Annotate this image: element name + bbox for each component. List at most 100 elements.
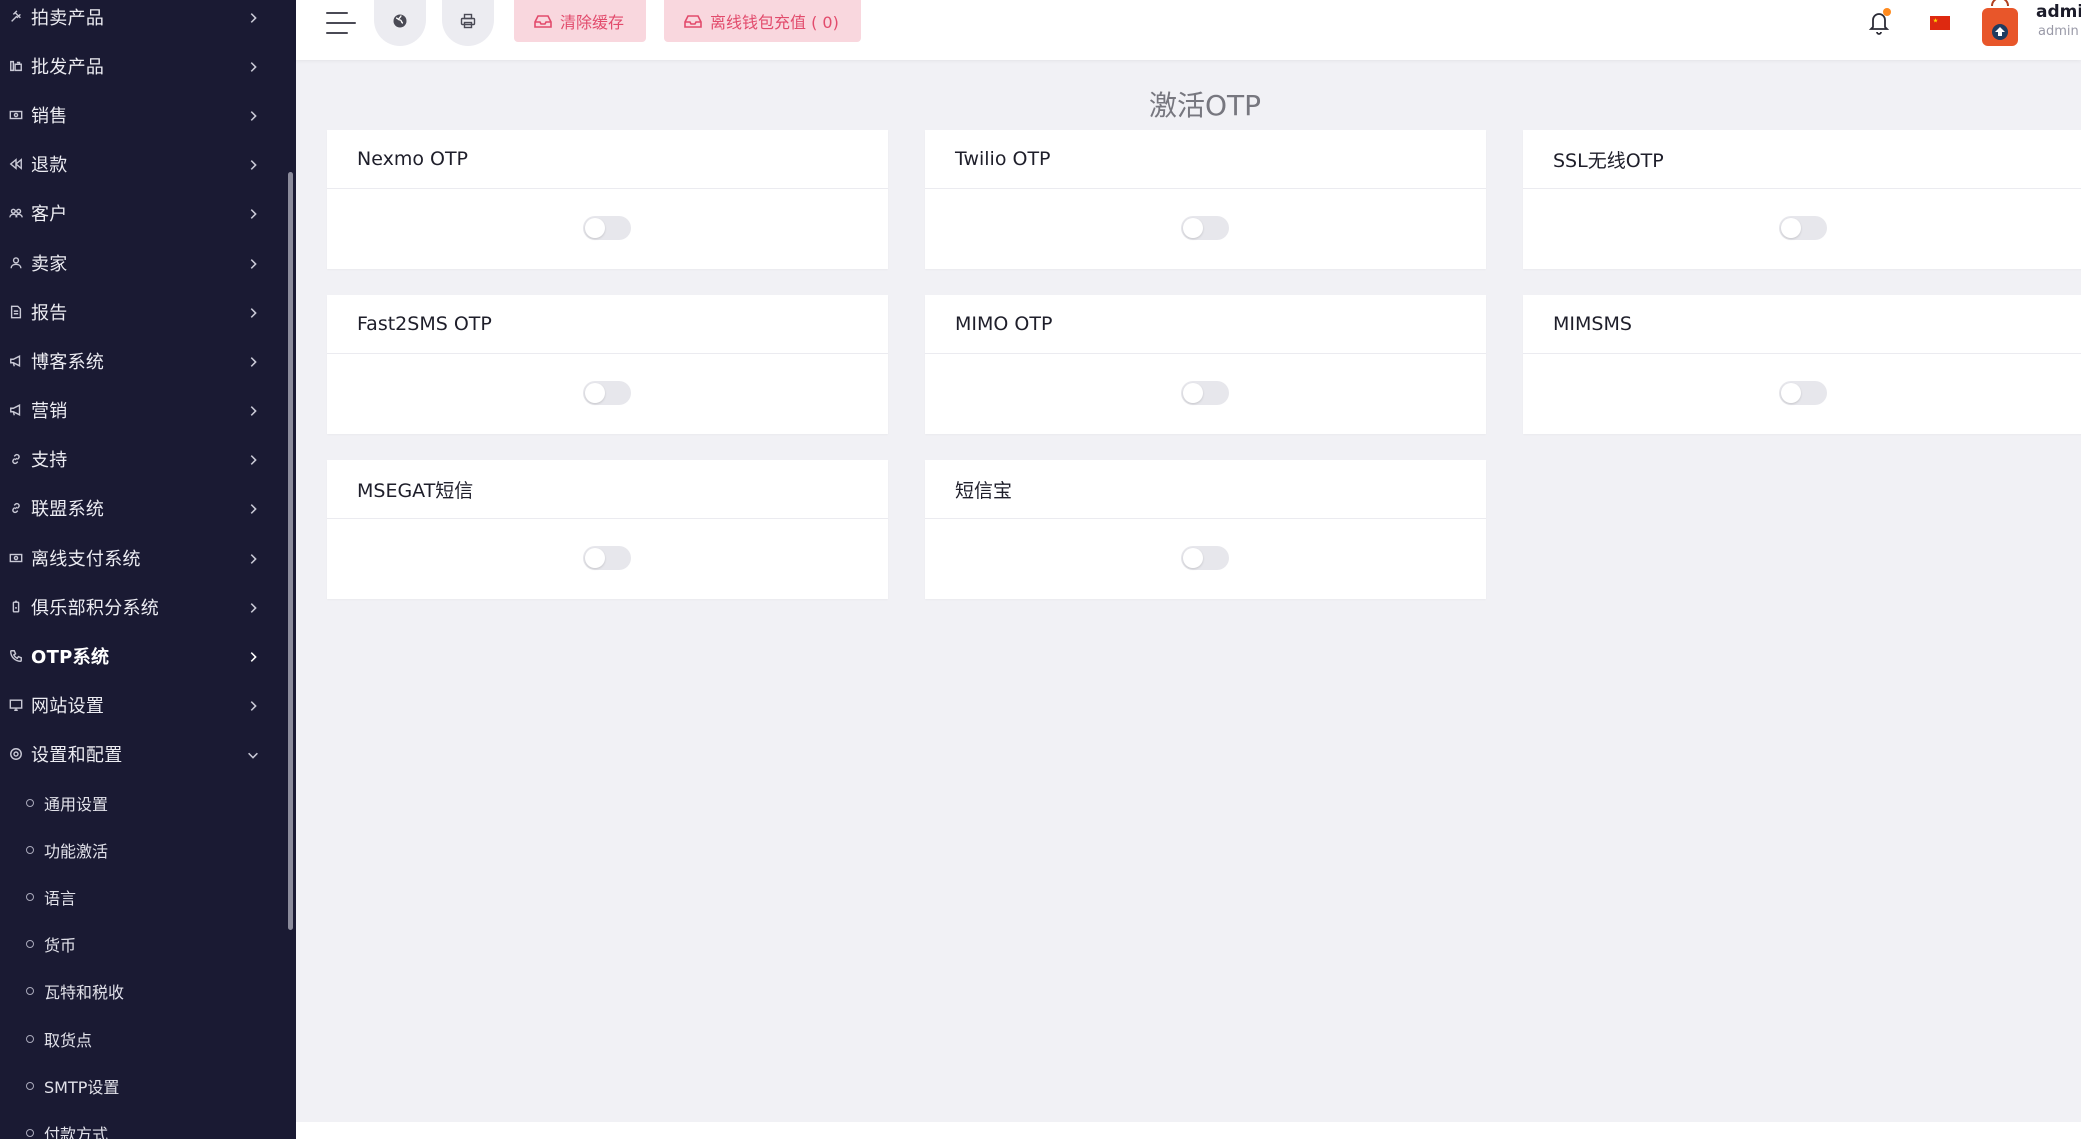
- backward-icon: [8, 156, 24, 172]
- card-header: 短信宝: [925, 460, 1486, 519]
- clear-cache-button[interactable]: 清除缓存: [514, 0, 646, 42]
- sidebar-item-offline-payment[interactable]: 离线支付系统: [0, 533, 284, 582]
- bullet-icon: [26, 1081, 34, 1090]
- toggle-knob: [1183, 218, 1203, 238]
- menu-icon[interactable]: [326, 8, 358, 38]
- sidebar-item-label: 销售: [31, 105, 68, 127]
- card-header: MIMO OTP: [925, 295, 1486, 354]
- card-title: MIMSMS: [1553, 313, 1632, 335]
- printer-icon: [460, 13, 476, 33]
- otp-card-sms-bao: 短信宝: [925, 460, 1486, 599]
- settings-icon: [8, 746, 24, 762]
- bullet-icon: [26, 1128, 34, 1137]
- activation-toggle[interactable]: [1181, 216, 1229, 240]
- submenu-item-payment-methods[interactable]: 付款方式: [0, 1109, 284, 1139]
- sidebar-scrollbar[interactable]: [288, 172, 293, 930]
- sidebar-item-club-point[interactable]: 俱乐部积分系统: [0, 582, 284, 631]
- users-icon: [8, 205, 24, 221]
- otp-card-nexmo: Nexmo OTP: [327, 130, 888, 269]
- setup-submenu: 通用设置 功能激活 语言 货币 瓦特和税收 取货点 SMTP设置 付款方式: [0, 779, 284, 1139]
- chevron-right-icon: [246, 452, 260, 466]
- china-flag-icon[interactable]: [1930, 16, 1950, 30]
- offline-wallet-recharge-button[interactable]: 离线钱包充值 ( 0): [664, 0, 861, 42]
- activation-toggle[interactable]: [583, 216, 631, 240]
- submenu-item-features-activation[interactable]: 功能激活: [0, 826, 284, 873]
- print-button[interactable]: [442, 0, 494, 46]
- sidebar-item-label: 批发产品: [31, 56, 105, 78]
- sidebar-item-blog[interactable]: 博客系统: [0, 336, 284, 385]
- chevron-right-icon: [246, 256, 260, 270]
- sidebar-item-auction-products[interactable]: 拍卖产品: [0, 0, 284, 41]
- sidebar-item-label: 支持: [31, 450, 68, 472]
- sidebar-nav: 拍卖产品 批发产品 销售 退款 客户 卖家 报告 博客系统 营销 支持 联盟系统…: [0, 0, 284, 779]
- clear-cache-label: 清除缓存: [560, 13, 625, 32]
- bullet-icon: [26, 940, 34, 949]
- wholesale-icon: [8, 58, 24, 74]
- sidebar-item-website-setup[interactable]: 网站设置: [0, 681, 284, 730]
- sidebar-item-customers[interactable]: 客户: [0, 189, 284, 238]
- card-header: Nexmo OTP: [327, 130, 888, 189]
- activation-toggle[interactable]: [1181, 381, 1229, 405]
- chevron-right-icon: [246, 206, 260, 220]
- chevron-down-icon: [246, 747, 260, 761]
- submenu-item-label: 功能激活: [44, 841, 109, 861]
- activation-toggle[interactable]: [583, 546, 631, 570]
- submenu-item-pickup-point[interactable]: 取货点: [0, 1015, 284, 1062]
- card-title: Nexmo OTP: [357, 148, 469, 170]
- submenu-item-currency[interactable]: 货币: [0, 921, 284, 968]
- activation-toggle[interactable]: [1779, 216, 1827, 240]
- submenu-item-languages[interactable]: 语言: [0, 873, 284, 920]
- submenu-item-smtp-settings[interactable]: SMTP设置: [0, 1062, 284, 1109]
- chevron-right-icon: [246, 649, 260, 663]
- activation-toggle[interactable]: [1181, 546, 1229, 570]
- sidebar-item-label: 俱乐部积分系统: [31, 597, 160, 619]
- card-header: Fast2SMS OTP: [327, 295, 888, 354]
- bullet-icon: [26, 845, 34, 854]
- activation-toggle[interactable]: [583, 381, 631, 405]
- sidebar-item-sellers[interactable]: 卖家: [0, 238, 284, 287]
- sidebar-item-sales[interactable]: 销售: [0, 90, 284, 139]
- bullet-icon: [26, 892, 34, 901]
- offline-wallet-label: 离线钱包充值 ( 0): [710, 13, 839, 32]
- otp-card-ssl-wireless: SSL无线OTP: [1523, 130, 2081, 269]
- sidebar-item-label: 报告: [31, 302, 68, 324]
- bullet-icon: [26, 798, 34, 807]
- submenu-item-label: 瓦特和税收: [44, 983, 125, 1003]
- bullet-icon: [26, 1034, 34, 1043]
- sidebar-item-support[interactable]: 支持: [0, 435, 284, 484]
- sidebar-item-label: 联盟系统: [31, 499, 105, 521]
- toggle-knob: [1781, 218, 1801, 238]
- submenu-item-vat-tax[interactable]: 瓦特和税收: [0, 968, 284, 1015]
- chevron-right-icon: [246, 59, 260, 73]
- chevron-right-icon: [246, 600, 260, 614]
- activation-toggle[interactable]: [1779, 381, 1827, 405]
- user-name[interactable]: admin: [2036, 2, 2081, 22]
- link-icon: [8, 500, 24, 516]
- otp-card-twilio: Twilio OTP: [925, 130, 1486, 269]
- sidebar-item-refunds[interactable]: 退款: [0, 140, 284, 189]
- globe-button[interactable]: [374, 0, 426, 46]
- card-title: MSEGAT短信: [357, 479, 474, 502]
- card-title: Fast2SMS OTP: [357, 313, 492, 335]
- sidebar-item-affiliate[interactable]: 联盟系统: [0, 484, 284, 533]
- monitor-icon: [8, 697, 24, 713]
- card-header: Twilio OTP: [925, 130, 1486, 189]
- toggle-knob: [1183, 548, 1203, 568]
- card-header: SSL无线OTP: [1523, 130, 2081, 189]
- avatar[interactable]: [1980, 0, 2020, 48]
- sidebar-item-setup-configurations[interactable]: 设置和配置: [0, 730, 284, 779]
- submenu-item-label: 付款方式: [44, 1124, 109, 1139]
- sidebar-item-reports[interactable]: 报告: [0, 287, 284, 336]
- bell-icon[interactable]: [1867, 8, 1891, 36]
- sidebar-item-marketing[interactable]: 营销: [0, 386, 284, 435]
- submenu-item-label: 货币: [44, 936, 77, 956]
- sidebar-item-otp-system[interactable]: OTP系统: [0, 631, 284, 680]
- sidebar-item-wholesale-products[interactable]: 批发产品: [0, 41, 284, 90]
- otp-card-msegat: MSEGAT短信: [327, 460, 888, 599]
- link-icon: [8, 451, 24, 467]
- otp-card-mimo: MIMO OTP: [925, 295, 1486, 434]
- submenu-item-general-settings[interactable]: 通用设置: [0, 779, 284, 826]
- sidebar-item-label: 网站设置: [31, 696, 105, 718]
- bullhorn-icon: [8, 402, 24, 418]
- submenu-item-label: 语言: [44, 888, 77, 908]
